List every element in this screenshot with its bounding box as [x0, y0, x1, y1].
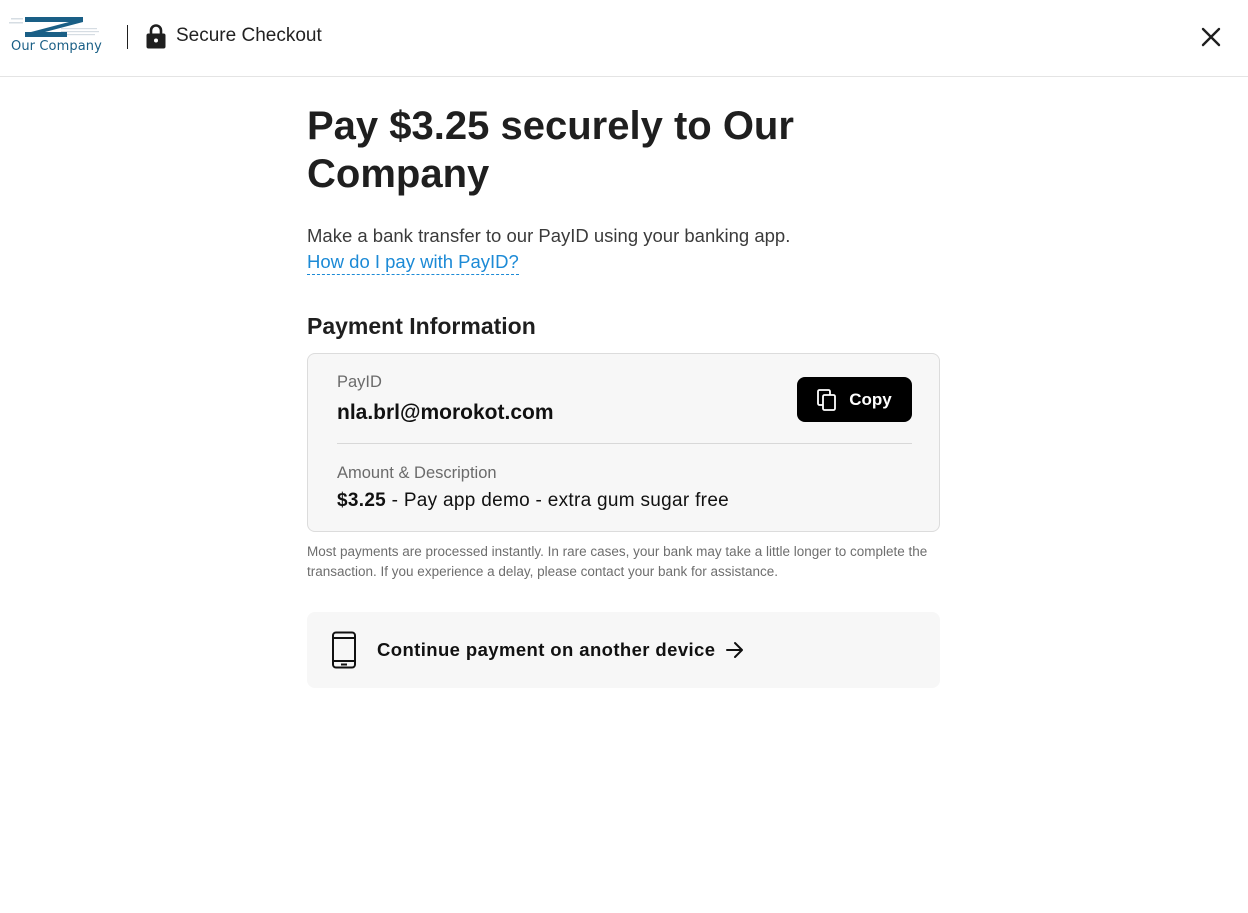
description-text: - Pay app demo - extra gum sugar free: [386, 490, 730, 511]
section-title: Payment Information: [307, 313, 536, 339]
payid-label: PayID: [337, 373, 382, 391]
continue-label: Continue payment on another device: [377, 639, 716, 660]
amount-description: $3.25 - Pay app demo - extra gum sugar f…: [337, 490, 729, 512]
continue-on-another-device-button[interactable]: Continue payment on another device: [307, 612, 940, 688]
close-icon[interactable]: [1199, 25, 1223, 49]
company-name: Our Company: [11, 39, 102, 54]
processing-notice: Most payments are processed instantly. I…: [307, 544, 928, 579]
amount-value: $3.25: [337, 490, 387, 511]
main-content: Pay $3.25 securely to Our Company Make a…: [307, 102, 940, 688]
instruction-text: Make a bank transfer to our PayID using …: [307, 225, 791, 246]
payment-info-card: PayID nla.brl@morokot.com Copy Amount & …: [307, 353, 940, 532]
payid-value: nla.brl@morokot.com: [337, 401, 554, 424]
arrow-right-icon: [725, 641, 745, 659]
copy-icon: [817, 388, 837, 411]
copy-button[interactable]: Copy: [797, 377, 912, 422]
header-divider: [127, 25, 128, 49]
phone-icon: [331, 631, 357, 669]
company-logo: Our Company: [9, 15, 103, 55]
lock-icon: [146, 23, 166, 49]
payid-help-link[interactable]: How do I pay with PayID?: [307, 250, 519, 275]
payment-heading: Pay $3.25 securely to Our Company: [307, 104, 794, 196]
logo-mark-icon: [9, 17, 99, 37]
card-divider: [337, 443, 912, 444]
copy-label: Copy: [849, 389, 892, 409]
amount-label: Amount & Description: [337, 464, 497, 482]
page-title: Secure Checkout: [176, 25, 322, 46]
top-bar: Our Company Secure Checkout: [0, 0, 1248, 77]
